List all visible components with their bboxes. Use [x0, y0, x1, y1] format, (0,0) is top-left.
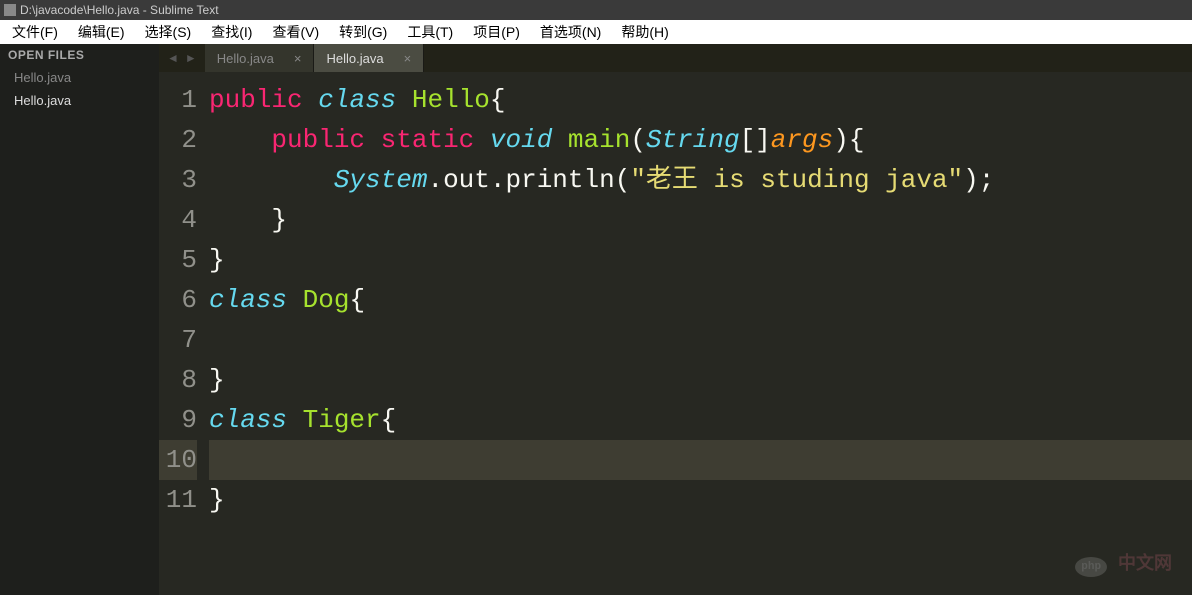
token-classname: Hello — [412, 85, 490, 115]
tab-nav-arrows[interactable]: ◄ ► — [159, 44, 205, 72]
line-number: 4 — [159, 200, 197, 240]
token-punct — [474, 125, 490, 155]
window-title: D:\javacode\Hello.java - Sublime Text — [20, 3, 219, 17]
menu-item-7[interactable]: 项目(P) — [463, 22, 530, 42]
close-icon[interactable]: × — [294, 51, 302, 66]
line-number: 5 — [159, 240, 197, 280]
token-punct — [287, 285, 303, 315]
token-punct: . — [490, 165, 506, 195]
token-kw-decl: class — [209, 285, 287, 315]
line-number: 6 — [159, 280, 197, 320]
token-kw-decl: class — [318, 85, 396, 115]
line-number: 3 — [159, 160, 197, 200]
token-punct: . — [427, 165, 443, 195]
token-punct: } — [209, 485, 225, 515]
line-number: 8 — [159, 360, 197, 400]
token-ident: println — [505, 165, 614, 195]
token-punct: { — [349, 285, 365, 315]
code-line[interactable]: class Dog{ — [209, 280, 1192, 320]
line-number: 7 — [159, 320, 197, 360]
menu-item-4[interactable]: 查看(V) — [262, 22, 329, 42]
gutter: 1234567891011 — [159, 72, 209, 595]
tab-bar: ◄ ► Hello.java × Hello.java × — [159, 44, 1192, 72]
code-line[interactable]: public class Hello{ — [209, 80, 1192, 120]
token-punct — [365, 125, 381, 155]
line-number: 9 — [159, 400, 197, 440]
menu-item-8[interactable]: 首选项(N) — [530, 22, 611, 42]
main-area: OPEN FILES Hello.javaHello.java ◄ ► Hell… — [0, 44, 1192, 595]
token-punct: { — [490, 85, 506, 115]
token-punct: } — [209, 365, 225, 395]
token-punct: } — [209, 245, 225, 275]
token-ident: out — [443, 165, 490, 195]
code-line[interactable]: } — [209, 240, 1192, 280]
code-line[interactable]: } — [209, 480, 1192, 520]
token-punct — [209, 165, 334, 195]
token-type: System — [334, 165, 428, 195]
token-punct — [552, 125, 568, 155]
token-type: String — [646, 125, 740, 155]
token-punct: ( — [630, 125, 646, 155]
sidebar-header: OPEN FILES — [0, 44, 159, 66]
code-content[interactable]: public class Hello{ public static void m… — [209, 72, 1192, 595]
token-punct: ){ — [833, 125, 864, 155]
token-punct — [396, 85, 412, 115]
menu-item-3[interactable]: 查找(I) — [201, 22, 262, 42]
code-area[interactable]: 1234567891011 public class Hello{ public… — [159, 72, 1192, 595]
menu-item-0[interactable]: 文件(F) — [2, 22, 68, 42]
tab-1[interactable]: Hello.java × — [314, 44, 424, 72]
token-kw-mod: public — [209, 85, 303, 115]
token-punct: ); — [963, 165, 994, 195]
token-type: void — [490, 125, 552, 155]
sidebar: OPEN FILES Hello.javaHello.java — [0, 44, 159, 595]
token-punct: { — [381, 405, 397, 435]
menu-bar: 文件(F)编辑(E)选择(S)查找(I)查看(V)转到(G)工具(T)项目(P)… — [0, 20, 1192, 44]
code-line[interactable]: public static void main(String[]args){ — [209, 120, 1192, 160]
menu-item-5[interactable]: 转到(G) — [329, 22, 397, 42]
code-line[interactable] — [209, 320, 1192, 360]
line-number: 2 — [159, 120, 197, 160]
tab-label: Hello.java — [326, 51, 383, 66]
token-punct: } — [209, 205, 287, 235]
token-classname: Dog — [303, 285, 350, 315]
token-param: args — [771, 125, 833, 155]
line-number: 1 — [159, 80, 197, 120]
token-punct: [] — [740, 125, 771, 155]
app-icon — [4, 4, 16, 16]
editor-area: ◄ ► Hello.java × Hello.java × 1234567891011… — [159, 44, 1192, 595]
tab-label: Hello.java — [217, 51, 274, 66]
code-line[interactable] — [209, 440, 1192, 480]
menu-item-2[interactable]: 选择(S) — [135, 22, 202, 42]
token-kw-decl: class — [209, 405, 287, 435]
close-icon[interactable]: × — [404, 51, 412, 66]
code-line[interactable]: System.out.println("老王 is studing java")… — [209, 160, 1192, 200]
token-punct — [209, 125, 271, 155]
token-funcname: main — [568, 125, 630, 155]
code-line[interactable]: class Tiger{ — [209, 400, 1192, 440]
token-string: "老王 is studing java" — [630, 165, 963, 195]
menu-item-6[interactable]: 工具(T) — [397, 22, 463, 42]
token-punct — [303, 85, 319, 115]
tab-0[interactable]: Hello.java × — [205, 44, 315, 72]
line-number: 11 — [159, 480, 197, 520]
menu-item-1[interactable]: 编辑(E) — [68, 22, 135, 42]
tab-nav-right-icon[interactable]: ► — [185, 51, 197, 65]
token-kw-mod: static — [381, 125, 475, 155]
token-classname: Tiger — [303, 405, 381, 435]
sidebar-file-0[interactable]: Hello.java — [0, 66, 159, 89]
menu-item-9[interactable]: 帮助(H) — [611, 22, 678, 42]
code-line[interactable]: } — [209, 360, 1192, 400]
sidebar-file-1[interactable]: Hello.java — [0, 89, 159, 112]
token-punct: ( — [615, 165, 631, 195]
line-number: 10 — [159, 440, 197, 480]
code-line[interactable]: } — [209, 200, 1192, 240]
token-punct — [287, 405, 303, 435]
token-kw-mod: public — [271, 125, 365, 155]
title-bar: D:\javacode\Hello.java - Sublime Text — [0, 0, 1192, 20]
tab-nav-left-icon[interactable]: ◄ — [167, 51, 179, 65]
